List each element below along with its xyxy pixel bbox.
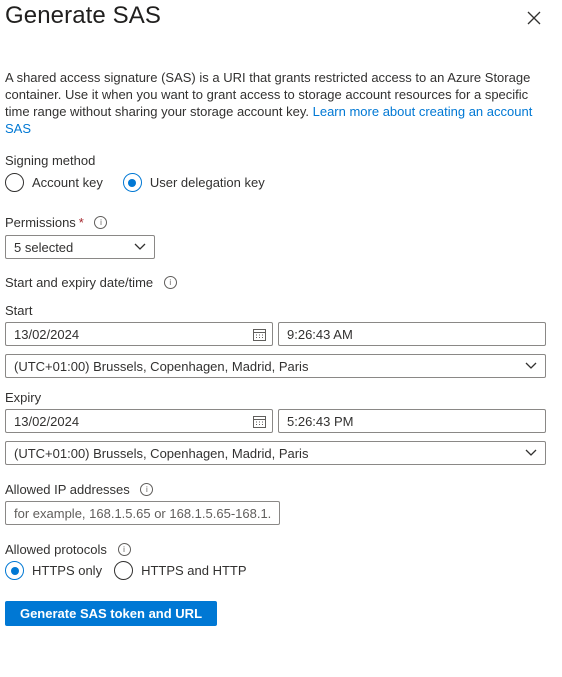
https-only-label[interactable]: HTTPS only bbox=[32, 563, 102, 578]
description: A shared access signature (SAS) is a URI… bbox=[5, 69, 545, 137]
allowed-ip-input[interactable]: for example, 168.1.5.65 or 168.1.5.65-16… bbox=[5, 501, 280, 525]
permissions-label: Permissions bbox=[5, 215, 76, 230]
signing-method-label: Signing method bbox=[5, 153, 96, 168]
expiry-time-input[interactable]: 5:26:43 PM bbox=[278, 409, 546, 433]
start-time-value: 9:26:43 AM bbox=[287, 326, 353, 342]
start-time-input[interactable]: 9:26:43 AM bbox=[278, 322, 546, 346]
permissions-label-row: Permissions * i bbox=[5, 215, 108, 230]
expiry-label: Expiry bbox=[5, 390, 42, 405]
datetime-label-row: Start and expiry date/time i bbox=[5, 275, 177, 290]
calendar-icon[interactable] bbox=[253, 328, 266, 341]
signing-method-group: Account key User delegation key bbox=[5, 173, 277, 192]
allowed-protocols-label-row: Allowed protocols i bbox=[5, 542, 131, 557]
account-key-radio[interactable] bbox=[5, 173, 24, 192]
info-icon[interactable]: i bbox=[94, 216, 108, 230]
start-date-value: 13/02/2024 bbox=[14, 326, 80, 342]
chevron-down-icon bbox=[525, 449, 537, 456]
chevron-down-icon bbox=[525, 362, 537, 369]
protocols-group: HTTPS only HTTPS and HTTP bbox=[5, 561, 259, 580]
info-icon[interactable]: i bbox=[140, 483, 154, 497]
user-delegation-key-label[interactable]: User delegation key bbox=[150, 175, 265, 190]
generate-sas-button[interactable]: Generate SAS token and URL bbox=[5, 601, 217, 626]
allowed-protocols-label: Allowed protocols bbox=[5, 542, 107, 557]
account-key-label[interactable]: Account key bbox=[32, 175, 103, 190]
allowed-ip-placeholder: for example, 168.1.5.65 or 168.1.5.65-16… bbox=[14, 505, 271, 521]
calendar-icon[interactable] bbox=[253, 415, 266, 428]
https-only-radio[interactable] bbox=[5, 561, 24, 580]
close-icon[interactable] bbox=[524, 8, 544, 28]
info-icon[interactable]: i bbox=[117, 543, 131, 557]
start-timezone-dropdown[interactable]: (UTC+01:00) Brussels, Copenhagen, Madrid… bbox=[5, 354, 546, 378]
start-date-input[interactable]: 13/02/2024 bbox=[5, 322, 273, 346]
expiry-timezone-value: (UTC+01:00) Brussels, Copenhagen, Madrid… bbox=[14, 445, 309, 461]
user-delegation-key-radio[interactable] bbox=[122, 173, 142, 192]
allowed-ip-label: Allowed IP addresses bbox=[5, 482, 130, 497]
expiry-date-value: 13/02/2024 bbox=[14, 413, 80, 429]
expiry-date-input[interactable]: 13/02/2024 bbox=[5, 409, 273, 433]
https-and-http-label[interactable]: HTTPS and HTTP bbox=[141, 563, 246, 578]
required-indicator: * bbox=[78, 215, 84, 230]
expiry-timezone-dropdown[interactable]: (UTC+01:00) Brussels, Copenhagen, Madrid… bbox=[5, 441, 546, 465]
chevron-down-icon bbox=[134, 243, 146, 250]
permissions-value: 5 selected bbox=[14, 239, 74, 255]
panel-title: Generate SAS bbox=[5, 2, 161, 29]
permissions-dropdown[interactable]: 5 selected bbox=[5, 235, 155, 259]
https-and-http-radio[interactable] bbox=[114, 561, 134, 580]
expiry-time-value: 5:26:43 PM bbox=[287, 413, 354, 429]
datetime-label: Start and expiry date/time bbox=[5, 275, 154, 290]
start-timezone-value: (UTC+01:00) Brussels, Copenhagen, Madrid… bbox=[14, 358, 309, 374]
info-icon[interactable]: i bbox=[163, 276, 177, 290]
start-label: Start bbox=[5, 303, 33, 318]
allowed-ip-label-row: Allowed IP addresses i bbox=[5, 482, 154, 497]
